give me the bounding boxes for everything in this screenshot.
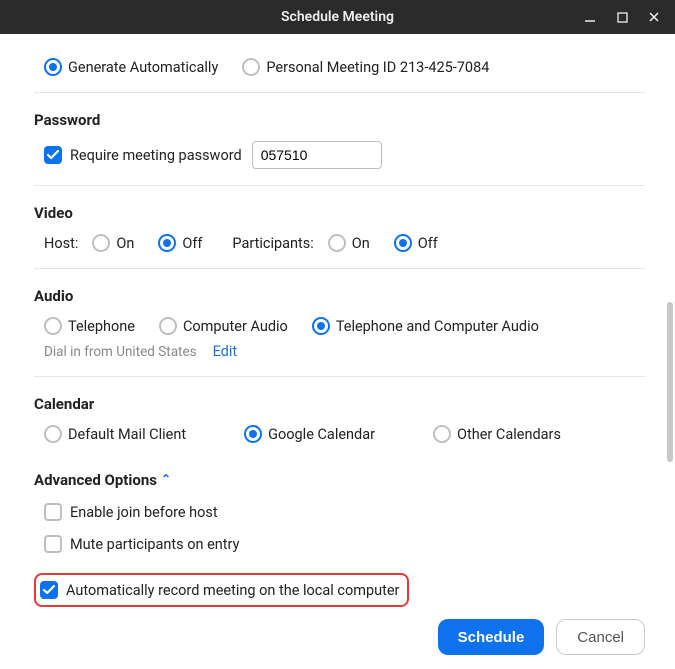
- audio-both-radio[interactable]: Telephone and Computer Audio: [312, 317, 539, 335]
- video-host-off-radio[interactable]: Off: [158, 234, 202, 252]
- scrollbar-thumb[interactable]: [667, 302, 673, 462]
- maximize-button[interactable]: [607, 2, 637, 32]
- join-before-host-label: Enable join before host: [70, 504, 218, 521]
- close-button[interactable]: [639, 2, 669, 32]
- calendar-google-radio[interactable]: Google Calendar: [244, 425, 375, 443]
- titlebar: Schedule Meeting: [0, 0, 675, 34]
- require-password-label: Require meeting password: [70, 147, 242, 164]
- mute-on-entry-checkbox[interactable]: Mute participants on entry: [44, 535, 239, 553]
- divider: [34, 185, 645, 186]
- divider: [34, 268, 645, 269]
- video-participants-off-radio[interactable]: Off: [394, 234, 438, 252]
- meeting-id-generate-radio[interactable]: Generate Automatically: [44, 58, 218, 76]
- password-section-title: Password: [34, 111, 645, 129]
- divider: [34, 376, 645, 377]
- video-participants-label: Participants:: [232, 235, 313, 252]
- calendar-other-radio[interactable]: Other Calendars: [433, 425, 561, 443]
- divider: [34, 92, 645, 93]
- meeting-password-input[interactable]: [252, 141, 382, 169]
- minimize-button[interactable]: [575, 2, 605, 32]
- audio-edit-link[interactable]: Edit: [213, 343, 238, 360]
- window-title: Schedule Meeting: [281, 9, 394, 25]
- meeting-id-generate-label: Generate Automatically: [68, 59, 218, 76]
- cancel-button[interactable]: Cancel: [556, 619, 645, 655]
- meeting-id-pmi-label: Personal Meeting ID 213-425-7084: [266, 59, 489, 76]
- require-password-checkbox[interactable]: Require meeting password: [44, 146, 242, 164]
- video-host-label: Host:: [44, 235, 78, 252]
- auto-record-checkbox[interactable]: Automatically record meeting on the loca…: [40, 581, 399, 599]
- mute-on-entry-label: Mute participants on entry: [70, 536, 239, 553]
- audio-telephone-radio[interactable]: Telephone: [44, 317, 135, 335]
- meeting-id-pmi-radio[interactable]: Personal Meeting ID 213-425-7084: [242, 58, 489, 76]
- calendar-default-radio[interactable]: Default Mail Client: [44, 425, 186, 443]
- video-host-on-radio[interactable]: On: [92, 234, 134, 252]
- audio-dial-in-note: Dial in from United States: [44, 344, 197, 360]
- video-section-title: Video: [34, 204, 645, 222]
- video-participants-on-radio[interactable]: On: [328, 234, 370, 252]
- audio-computer-radio[interactable]: Computer Audio: [159, 317, 288, 335]
- auto-record-label: Automatically record meeting on the loca…: [66, 582, 399, 599]
- chevron-up-icon: ⌃: [161, 472, 171, 486]
- auto-record-highlight: Automatically record meeting on the loca…: [34, 573, 409, 607]
- schedule-button[interactable]: Schedule: [438, 619, 545, 655]
- calendar-section-title: Calendar: [34, 395, 645, 413]
- audio-section-title: Audio: [34, 287, 645, 305]
- join-before-host-checkbox[interactable]: Enable join before host: [44, 503, 218, 521]
- advanced-options-label: Advanced Options: [34, 471, 157, 489]
- advanced-options-toggle[interactable]: Advanced Options ⌃: [34, 471, 645, 489]
